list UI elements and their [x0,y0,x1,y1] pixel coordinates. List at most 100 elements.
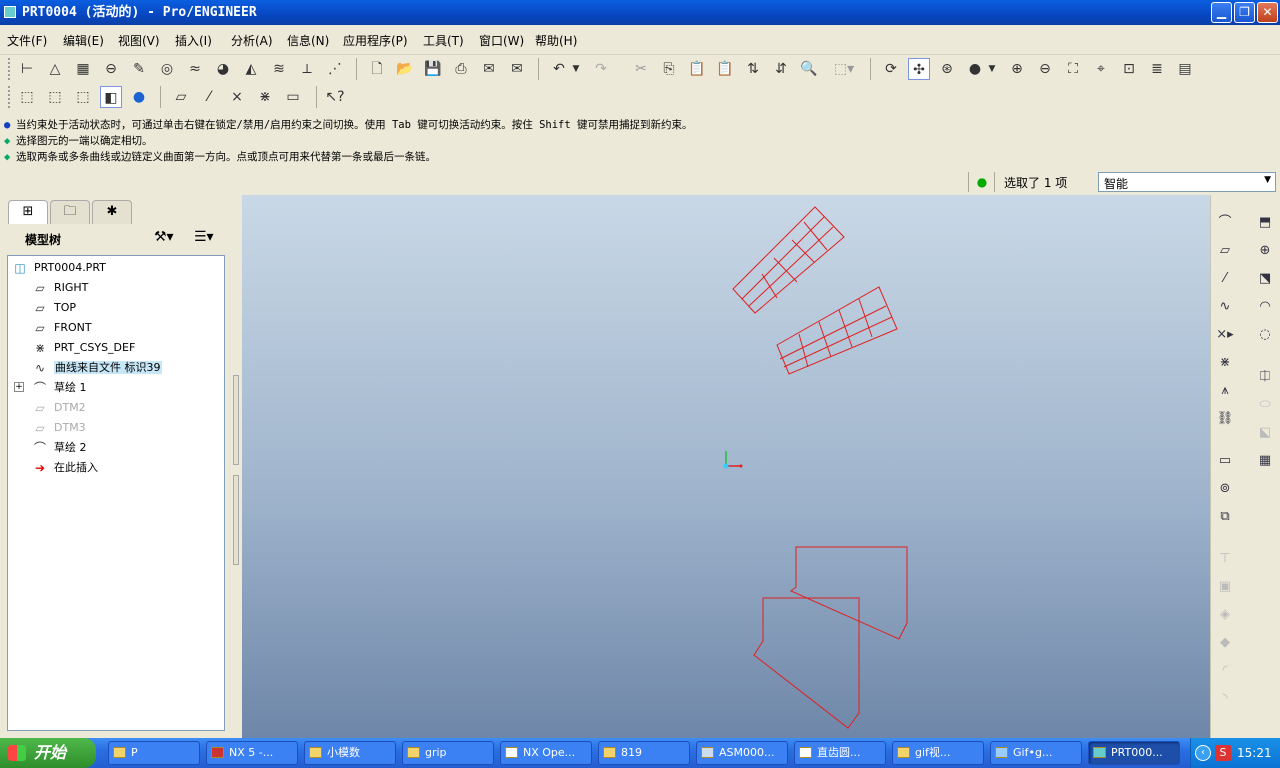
dimension-icon[interactable]: ⊢ [16,58,38,80]
print-icon[interactable]: ⎙ [450,58,472,80]
undo-icon[interactable]: ↶ [548,58,570,80]
tree-item-top[interactable]: ▱ TOP [8,298,224,318]
tree-item-insert-here[interactable]: ➔ 在此插入 [8,458,224,478]
analysis-feature-icon[interactable]: ⩚ [1213,379,1237,403]
datum-curve-tool-icon[interactable]: ∿ [1213,295,1237,319]
taskbar-item[interactable]: gif视... [892,741,984,765]
sketch-1-profile[interactable] [753,597,860,729]
datum-target-icon[interactable]: ⊖ [100,58,122,80]
view-manager-icon[interactable]: ▤ [1174,58,1196,80]
tab-folder-browser[interactable]: 🗀 [50,200,90,224]
repaint-icon[interactable]: ⟳ [880,58,902,80]
revolve-icon[interactable]: ⊕ [1253,239,1277,263]
style-tool-icon[interactable]: ◌ [1253,323,1277,347]
menu-analysis[interactable]: 分析(A) [231,32,273,49]
extrude-icon[interactable]: ⬒ [1253,211,1277,235]
orient-mode-icon[interactable]: ⊛ [936,58,958,80]
taskbar-item[interactable]: NX Ope... [500,741,592,765]
close-button[interactable]: ✕ [1257,2,1278,23]
curve-mesh-middle[interactable] [776,286,898,375]
toolbar-grip[interactable] [8,58,11,80]
ref-dimension-icon[interactable]: △ [44,58,66,80]
boundary-blend-icon[interactable]: ◠ [1253,295,1277,319]
copy-geometry-icon[interactable]: ⧉ [1213,505,1237,529]
tree-item-sketch-2[interactable]: ⌒ 草绘 2 [8,438,224,458]
table-icon[interactable]: ▦ [72,58,94,80]
datum-axis-tool-icon[interactable]: ⁄ [1213,267,1237,291]
enhanced-realism-icon[interactable]: ● [128,86,150,108]
reorient-icon[interactable]: ⌖ [1090,58,1112,80]
copy-icon[interactable]: ⎘ [658,58,680,80]
reflection-icon[interactable]: ≋ [268,58,290,80]
measure-icon[interactable]: ⟂ [296,58,318,80]
undo-dropdown-icon[interactable]: ▼ [570,58,582,80]
tree-columns-icon[interactable]: ☰▾ [194,229,214,245]
start-button[interactable]: 开始 [0,738,96,768]
panel-splitter-handle[interactable] [233,375,239,465]
csys-tool-icon[interactable]: ⋇ [1213,351,1237,375]
new-file-icon[interactable]: 🗋 [366,58,388,80]
datum-axis-display-icon[interactable]: ⁄ [198,86,220,108]
regen-manager-icon[interactable]: ⇵ [770,58,792,80]
menu-insert[interactable]: 插入(I) [175,32,212,49]
datum-plane-display-icon[interactable]: ▱ [170,86,192,108]
chamfer-tool-icon[interactable]: ◝ [1213,687,1237,711]
hidden-line-icon[interactable]: ⬚ [44,86,66,108]
solidify-tool-icon[interactable]: ◆ [1213,631,1237,655]
taskbar-item[interactable]: NX 5 -... [206,741,298,765]
intersect-icon[interactable]: ⬕ [1253,421,1277,445]
pattern-icon[interactable]: ▦ [1253,449,1277,473]
note-icon[interactable]: ✎ [128,58,150,80]
sketch-2-profile[interactable] [790,546,908,640]
email-link-icon[interactable]: ✉ [506,58,528,80]
saved-views-icon[interactable]: ⊡ [1118,58,1140,80]
tree-settings-icon[interactable]: ⚒▾ [154,229,174,245]
clock[interactable]: 15:21 [1237,738,1272,768]
menu-applications[interactable]: 应用程序(P) [343,32,408,49]
tree-item-right[interactable]: ▱ RIGHT [8,278,224,298]
viewport-canvas[interactable] [242,195,1210,738]
open-file-icon[interactable]: 📂 [394,58,416,80]
find-icon[interactable]: 🔍 [798,58,820,80]
draft-analysis-icon[interactable]: ◭ [240,58,262,80]
sketch-chain-icon[interactable]: ⊚ [1213,477,1237,501]
selection-filter-dropdown[interactable]: 智能 ▼ [1098,172,1276,192]
porcupine-icon[interactable]: ⋰ [324,58,346,80]
tree-item-csys[interactable]: ⋇ PRT_CSYS_DEF [8,338,224,358]
mirror-icon[interactable]: ⎅ [1253,365,1277,389]
tree-item-dtm2[interactable]: ▱ DTM2 [8,398,224,418]
layers-icon[interactable]: ≣ [1146,58,1168,80]
taskbar-item[interactable]: 直齿圆... [794,741,886,765]
context-help-icon[interactable]: ↖? [324,86,346,108]
menu-info[interactable]: 信息(N) [287,32,329,49]
refit-icon[interactable]: ⛶ [1062,58,1084,80]
paste-icon[interactable]: 📋 [686,58,708,80]
zoom-in-icon[interactable]: ⊕ [1006,58,1028,80]
tree-item-front[interactable]: ▱ FRONT [8,318,224,338]
taskbar-item[interactable]: Gif•g... [990,741,1082,765]
display-style-icon[interactable]: ● [964,58,986,80]
surface-analysis-icon[interactable]: ◎ [156,58,178,80]
menu-tools[interactable]: 工具(T) [423,32,464,49]
paste-special-icon[interactable]: 📋 [714,58,736,80]
taskbar-item[interactable]: ASM000... [696,741,788,765]
redo-icon[interactable]: ↷ [590,58,612,80]
email-icon[interactable]: ✉ [478,58,500,80]
taskbar-item-active[interactable]: PRT000... [1088,741,1180,765]
chain-tool-icon[interactable]: ⛓ [1213,407,1237,431]
sketch-tool-icon[interactable]: ⌒ [1213,211,1237,235]
curvature-icon[interactable]: ≈ [184,58,206,80]
datum-plane-tool-icon[interactable]: ▱ [1213,239,1237,263]
no-hidden-icon[interactable]: ⬚ [72,86,94,108]
menu-window[interactable]: 窗口(W) [479,32,524,49]
panel-splitter-handle[interactable] [233,475,239,565]
maximize-button[interactable]: ❐ [1234,2,1255,23]
shading-icon[interactable]: ◧ [100,86,122,108]
curve-mesh-upper[interactable] [732,206,845,314]
taskbar-item[interactable]: P [108,741,200,765]
tree-item-dtm3[interactable]: ▱ DTM3 [8,418,224,438]
shaded-curvature-icon[interactable]: ◕ [212,58,234,80]
tab-favorites[interactable]: ✱ [92,200,132,224]
regenerate-icon[interactable]: ⇅ [742,58,764,80]
menu-help[interactable]: 帮助(H) [535,32,577,49]
